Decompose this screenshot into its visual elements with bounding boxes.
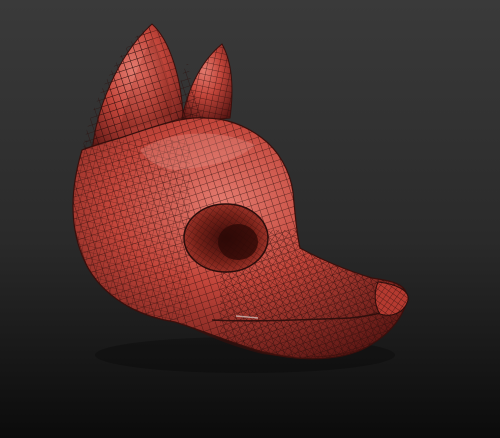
eye-socket-depth	[218, 224, 258, 260]
3d-viewport[interactable]	[0, 0, 500, 438]
viewport-canvas[interactable]	[0, 0, 500, 438]
